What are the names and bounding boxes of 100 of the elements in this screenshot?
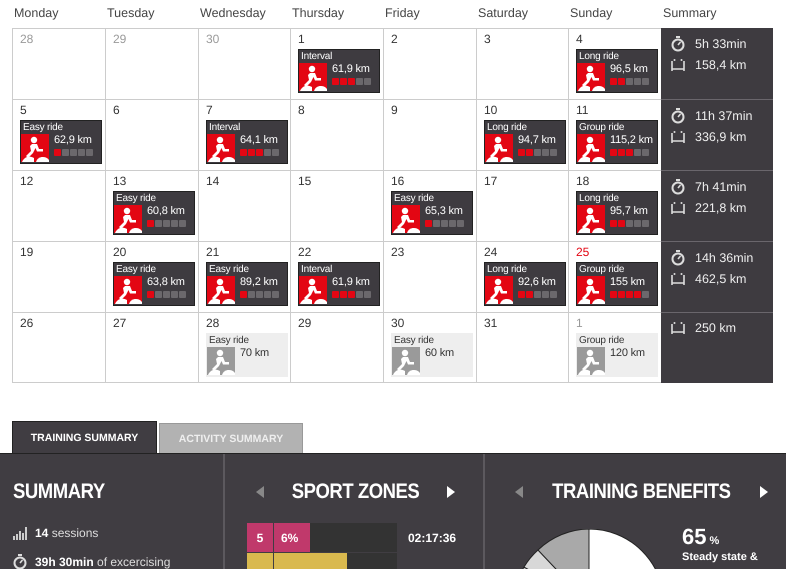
cyclist-icon (485, 134, 513, 162)
next-arrow-icon[interactable] (447, 486, 455, 498)
activity-card[interactable]: Interval 64,1 km (206, 120, 288, 164)
distance-icon (671, 272, 685, 286)
activity-card[interactable]: Easy ride 63,8 km (113, 262, 195, 306)
previous-arrow-icon[interactable] (256, 486, 264, 498)
activity-distance: 92,6 km (518, 276, 557, 289)
activity-card[interactable]: Easy ride 62,9 km (20, 120, 102, 164)
column-header: Summary (662, 5, 718, 22)
activity-distance: 60,8 km (147, 205, 186, 218)
day-number: 30 (206, 32, 220, 46)
week-time: 11h 37min (695, 109, 752, 123)
activity-title: Long ride (578, 192, 620, 205)
day-number: 28 (20, 32, 34, 46)
cyclist-icon (577, 276, 605, 304)
day-number: 27 (113, 316, 126, 330)
cyclist-icon (299, 276, 327, 304)
week-distance: 158,4 km (695, 58, 746, 72)
section-title: SUMMARY (13, 480, 105, 504)
cyclist-icon (577, 205, 605, 233)
stopwatch-icon (671, 108, 685, 124)
section-title: TRAINING BENEFITS (552, 480, 731, 504)
activity-card[interactable]: Easy ride 70 km (206, 333, 288, 377)
day-number: 25 (576, 245, 590, 259)
day-number: 16 (391, 174, 404, 188)
stopwatch-icon (671, 250, 685, 266)
activity-distance: 89,2 km (240, 276, 279, 289)
day-number: 3 (484, 32, 491, 46)
day-number: 15 (298, 174, 312, 188)
zone-time: 02:17:36 (408, 530, 456, 544)
cyclist-icon (21, 134, 49, 162)
day-number: 7 (206, 103, 213, 117)
cyclist-icon (207, 134, 235, 162)
activity-card[interactable]: Group ride 115,2 km (576, 120, 658, 164)
day-number: 26 (20, 316, 34, 330)
day-number: 24 (484, 245, 498, 259)
tab[interactable]: TRAINING SUMMARY (12, 421, 157, 453)
section-title: SPORT ZONES (292, 480, 420, 504)
activity-distance: 63,8 km (147, 276, 186, 289)
day-number: 18 (576, 174, 590, 188)
activity-title: Group ride (578, 263, 626, 276)
activity-card[interactable]: Easy ride 65,3 km (391, 191, 473, 235)
summary-text: 14 sessions (35, 526, 98, 540)
column-header: Thursday (291, 5, 346, 22)
day-number: 8 (298, 103, 305, 117)
previous-arrow-icon[interactable] (515, 486, 523, 498)
benefit-label: Steady state & (682, 551, 758, 563)
column-header: Sunday (569, 5, 614, 22)
activity-card[interactable]: Easy ride 60,8 km (113, 191, 195, 235)
cyclist-icon (577, 63, 605, 91)
activity-card[interactable]: Interval 61,9 km (298, 49, 380, 93)
cyclist-icon (577, 347, 605, 375)
week-distance: 336,9 km (695, 130, 746, 144)
day-number: 21 (206, 245, 220, 259)
activity-distance: 95,7 km (610, 205, 649, 218)
column-header: Friday (384, 5, 421, 22)
stopwatch-icon (671, 36, 685, 52)
day-number: 30 (391, 316, 404, 330)
activity-distance: 155 km (610, 276, 646, 289)
activity-card[interactable]: Long ride 92,6 km (484, 262, 566, 306)
benefit-unit: % (709, 535, 720, 547)
day-number: 9 (391, 103, 398, 117)
week-distance: 462,5 km (695, 272, 746, 286)
activity-card[interactable]: Interval 61,9 km (298, 262, 380, 306)
week-distance: 221,8 km (695, 201, 746, 215)
activity-card[interactable]: Easy ride 89,2 km (206, 262, 288, 306)
activity-title: Easy ride (208, 263, 250, 276)
week-distance: 250 km (695, 321, 736, 335)
next-arrow-icon[interactable] (760, 486, 768, 498)
activity-distance: 70 km (240, 347, 269, 360)
activity-distance: 64,1 km (240, 134, 279, 147)
activity-title: Easy ride (22, 121, 64, 134)
activity-distance: 61,9 km (332, 276, 371, 289)
column-header: Tuesday (106, 5, 156, 22)
activity-card[interactable]: Long ride 96,5 km (576, 49, 658, 93)
day-number: 1 (298, 32, 305, 46)
activity-distance: 96,5 km (610, 63, 649, 76)
activity-card[interactable]: Long ride 95,7 km (576, 191, 658, 235)
activity-card[interactable]: Group ride 120 km (576, 333, 658, 377)
activity-title: Long ride (486, 121, 528, 134)
week-time: 5h 33min (695, 37, 746, 51)
activity-distance: 62,9 km (54, 134, 93, 147)
cyclist-icon (392, 347, 420, 375)
activity-title: Interval (300, 263, 334, 276)
activity-card[interactable]: Long ride 94,7 km (484, 120, 566, 164)
cyclist-icon (114, 276, 142, 304)
day-number: 17 (484, 174, 498, 188)
day-number: 23 (391, 245, 404, 259)
activity-card[interactable]: Easy ride 60 km (391, 333, 473, 377)
activity-card[interactable]: Group ride 155 km (576, 262, 658, 306)
summary-text: 39h 30min of excercising (35, 555, 170, 569)
activity-distance: 65,3 km (425, 205, 464, 218)
day-number: 14 (206, 174, 220, 188)
activity-distance: 120 km (610, 347, 645, 360)
day-number: 6 (113, 103, 120, 117)
activity-distance: 61,9 km (332, 63, 371, 76)
column-header: Monday (13, 5, 60, 22)
activity-title: Easy ride (115, 263, 157, 276)
distance-icon (671, 321, 685, 335)
day-number: 29 (298, 316, 312, 330)
